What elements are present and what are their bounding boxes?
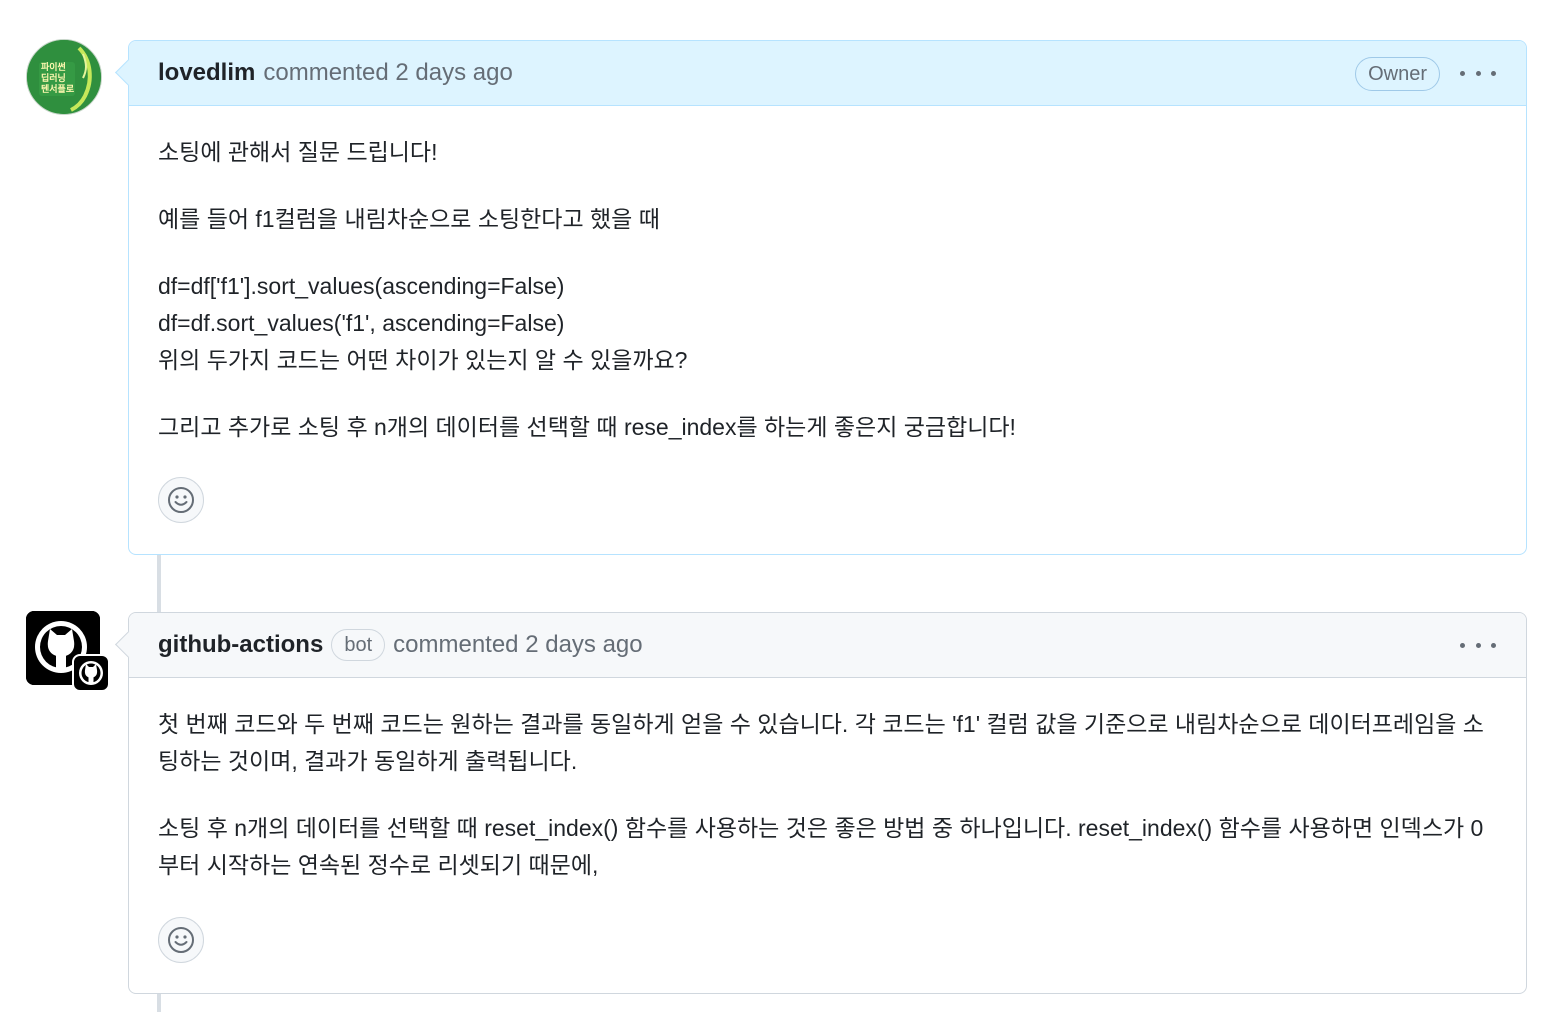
comment-pointer [115,631,142,658]
comment-timestamp-link[interactable]: commented 2 days ago [393,631,642,659]
comment-paragraph: 소팅 후 n개의 데이터를 선택할 때 reset_index() 함수를 사용… [158,815,1484,878]
comment-paragraph: 소팅에 관해서 질문 드립니다! [158,139,438,165]
kebab-dot-icon [1475,642,1481,648]
owner-badge: Owner [1355,57,1440,91]
comment-paragraph: 그리고 추가로 소팅 후 n개의 데이터를 선택할 때 rese_index를 … [158,414,1016,440]
comment-box: github-actions bot commented 2 days ago … [115,612,1527,994]
kebab-dot-icon [1460,70,1465,76]
book-cover-avatar[interactable]: 파이썬 딥러닝 텐서플로 [26,39,102,115]
kebab-dot-icon [1460,642,1465,648]
bot-badge: bot [331,629,386,661]
more-options-button[interactable] [1460,633,1496,657]
smiley-icon [168,927,194,953]
more-options-button[interactable] [1460,61,1496,85]
kebab-dot-icon [1491,642,1496,648]
timeline-connector [157,993,161,1012]
add-reaction-button[interactable] [158,477,204,523]
author-link[interactable]: lovedlim [158,59,255,87]
kebab-dot-icon [1475,70,1481,76]
comment-paragraph: 첫 번째 코드와 두 번째 코드는 원하는 결과를 동일하게 얻을 수 있습니다… [158,711,1484,774]
comment-header-line: github-actions bot commented 2 days ago [158,613,643,677]
comment-box: lovedlim commented 2 days ago Owner 소팅에 … [115,40,1527,555]
smiley-icon [168,487,194,513]
comment-header-line: lovedlim commented 2 days ago [158,41,513,105]
comment-paragraph: 예를 들어 f1컬럼을 내림차순으로 소팅한다고 했을 때 [158,206,660,232]
comment-body: 소팅에 관해서 질문 드립니다! 예를 들어 f1컬럼을 내림차순으로 소팅한다… [129,106,1526,446]
comment-paragraph: df=df['f1'].sort_values(ascending=False)… [158,273,688,373]
kebab-dot-icon [1491,70,1496,76]
add-reaction-button[interactable] [158,917,204,963]
comment-header: lovedlim commented 2 days ago Owner [115,41,1526,106]
comment-pointer [115,59,142,86]
timeline-connector [157,555,161,612]
comment-timestamp-link[interactable]: commented 2 days ago [263,59,512,87]
comment-header: github-actions bot commented 2 days ago [115,613,1526,678]
avatar-cover-text: 파이썬 딥러닝 텐서플로 [41,62,75,94]
author-link[interactable]: github-actions [158,631,323,659]
comment-body: 첫 번째 코드와 두 번째 코드는 원하는 결과를 동일하게 얻을 수 있습니다… [129,678,1526,884]
github-actions-badge-icon [72,654,110,692]
